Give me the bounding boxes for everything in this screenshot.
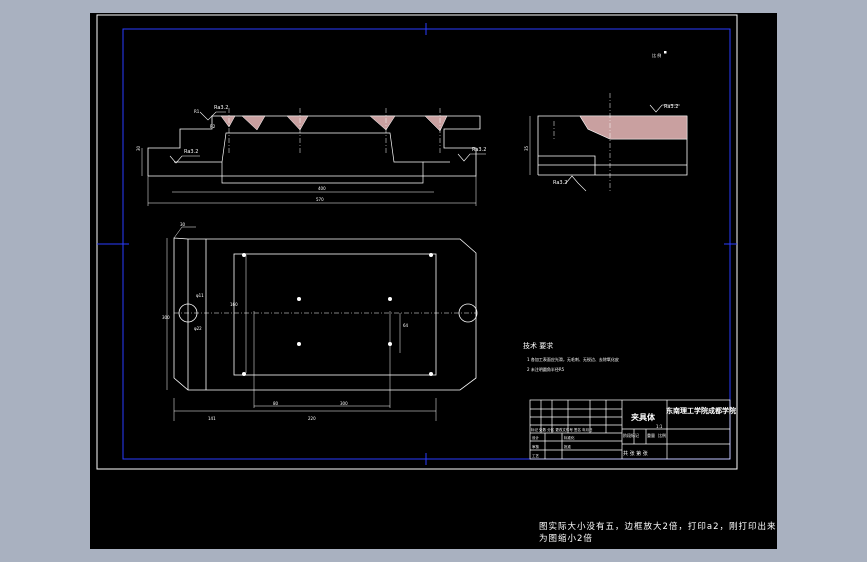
tech-req-line-1: 1 各加工表面应光滑，无毛刺、无锐边、去除氧化皮 [527, 356, 619, 362]
plan-holes [242, 253, 433, 376]
roughness-front-left: Ra3.2 [184, 149, 198, 155]
plan-x2-dim: 220 [308, 416, 316, 421]
plan-right-height-dim: 64 [403, 323, 409, 328]
front-total-dim: 570 [316, 197, 324, 202]
roughness-side-top: Ra3.2 [664, 104, 678, 110]
std-label: 标准化 [564, 435, 575, 440]
approve-label: 批准 [564, 444, 572, 449]
caption-line-2: 为图缩小2倍 [539, 534, 593, 544]
front-view [141, 108, 486, 206]
side-height-dim: 35 [524, 145, 529, 151]
front-inner-dim: 400 [318, 186, 326, 191]
roughness-front-right: Ra3.2 [472, 147, 486, 153]
plan-left-height-dim: 160 [230, 302, 238, 307]
front-r1-dim: R1 [194, 109, 200, 114]
top-note: 比 例 [652, 52, 661, 58]
weight-label: 重量 [647, 432, 655, 438]
plan-x1-dim: 141 [208, 416, 216, 421]
design-label: 设计 [532, 435, 540, 440]
plan-width-dim: 300 [162, 315, 170, 320]
caption-line-1: 图实际大小没有五，边框放大2倍，打印a2，刚打印出来 [539, 522, 777, 532]
plan-hole-dim: φ11 [196, 293, 204, 298]
scale-value: 1:1 [656, 424, 663, 429]
tech-req-title: 技术 要求 [523, 341, 553, 350]
roughness-front-top: Ra3.2 [214, 105, 228, 111]
check-label: 审核 [532, 444, 540, 449]
cad-viewport: 比 例 30 400 570 R1 R2 Ra3.2 Ra3.2 Ra3.2 3… [90, 13, 777, 549]
scale-label: 比例 [658, 432, 666, 438]
plan-x3-dim: 80 [273, 401, 279, 406]
tech-req-line-2: 2 未注明圆角半径R5 [527, 366, 565, 372]
plan-x4-dim: 300 [340, 401, 348, 406]
school-name: 东南理工学院成都学院 [666, 406, 736, 415]
rev-row: 标记 处数 分区 更改文件号 签名 年月日 [531, 427, 593, 432]
plan-corner-dim: 30 [180, 222, 186, 227]
drawing-frame [122, 28, 731, 460]
top-note-mark [664, 51, 667, 54]
plan-hole-dim-2: φ22 [194, 326, 202, 331]
center-marks [97, 23, 737, 465]
front-r2-dim: R2 [210, 124, 216, 129]
front-height-dim: 30 [136, 145, 141, 151]
part-name: 夹具体 [631, 412, 656, 422]
paper-border [96, 14, 738, 470]
drawing-sheet: 比 例 30 400 570 R1 R2 Ra3.2 Ra3.2 Ra3.2 3… [96, 14, 738, 470]
process-label: 工艺 [532, 453, 540, 458]
stage-label: 阶段标记 [623, 432, 639, 438]
roughness-side-bottom: Ra3.2 [553, 180, 567, 186]
sheet-info: 共 张 第 张 [623, 450, 648, 457]
